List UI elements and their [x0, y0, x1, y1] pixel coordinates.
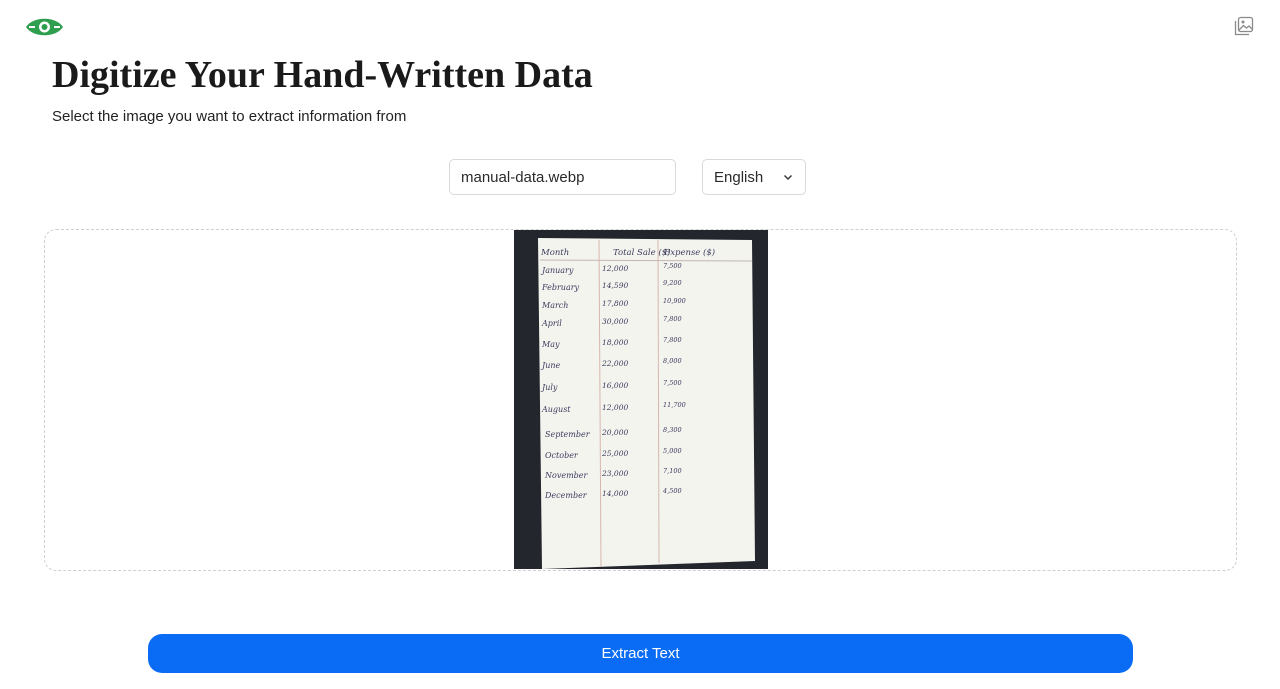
handwritten-month: May — [541, 340, 560, 349]
file-name-field[interactable]: manual-data.webp — [449, 159, 676, 195]
handwritten-expense: 7,800 — [663, 336, 682, 344]
handwritten-expense: 5,000 — [663, 447, 682, 455]
handwritten-expense: 7,800 — [663, 315, 682, 323]
handwritten-month: December — [544, 491, 588, 500]
handwritten-expense: 8,000 — [663, 357, 682, 365]
handwritten-sale: 25,000 — [601, 449, 628, 458]
handwritten-sale: 20,000 — [601, 428, 628, 437]
handwritten-header: Total Sale ($) — [613, 247, 670, 258]
handwritten-month: January — [540, 266, 574, 275]
handwritten-month: August — [541, 405, 571, 414]
language-select[interactable]: English — [702, 159, 806, 195]
handwritten-sale: 14,000 — [602, 489, 628, 498]
handwritten-sale: 12,000 — [602, 403, 628, 412]
handwritten-sale: 22,000 — [601, 359, 628, 368]
handwritten-expense: 7,100 — [663, 467, 682, 475]
image-gallery-icon[interactable] — [1234, 16, 1254, 36]
handwritten-month: March — [541, 301, 568, 310]
handwritten-sale: 16,000 — [602, 381, 628, 390]
handwritten-expense: 7,500 — [663, 262, 682, 270]
eye-leaf-logo-icon — [26, 18, 63, 36]
file-name-value: manual-data.webp — [461, 168, 585, 186]
handwritten-expense: 4,500 — [662, 487, 682, 495]
handwritten-sale: 14,590 — [602, 281, 628, 290]
handwritten-month: November — [544, 471, 589, 480]
handwritten-header: Expense ($) — [663, 247, 715, 258]
handwritten-expense: 7,500 — [663, 379, 682, 387]
handwritten-sale: 23,000 — [601, 469, 628, 478]
handwritten-sale: 18,000 — [602, 338, 628, 347]
handwritten-month: April — [541, 319, 562, 328]
chevron-down-icon — [784, 175, 792, 180]
handwritten-sale: 17,800 — [602, 299, 628, 308]
handwritten-expense: 8,300 — [663, 426, 682, 434]
handwritten-expense: 9,200 — [663, 279, 682, 287]
language-value: English — [714, 168, 764, 186]
handwritten-month: June — [540, 361, 561, 370]
handwritten-month: October — [545, 451, 579, 460]
handwritten-month: July — [540, 383, 558, 392]
handwritten-sale: 30,000 — [602, 317, 628, 326]
handwritten-sale: 12,000 — [602, 264, 628, 273]
handwritten-expense: 10,900 — [663, 297, 686, 305]
extract-text-button[interactable]: Extract Text — [148, 634, 1133, 673]
uploaded-image-preview: Month Total Sale ($)Expense ($) January 12,… — [514, 230, 768, 569]
handwritten-month: February — [541, 283, 580, 292]
handwritten-header: Month — [540, 248, 569, 258]
page-subtitle: Select the image you want to extract inf… — [52, 108, 407, 125]
extract-text-label: Extract Text — [601, 645, 680, 662]
handwritten-expense: 11,700 — [663, 401, 686, 409]
handwritten-month: September — [545, 430, 591, 439]
page-title: Digitize Your Hand-Written Data — [52, 54, 593, 96]
